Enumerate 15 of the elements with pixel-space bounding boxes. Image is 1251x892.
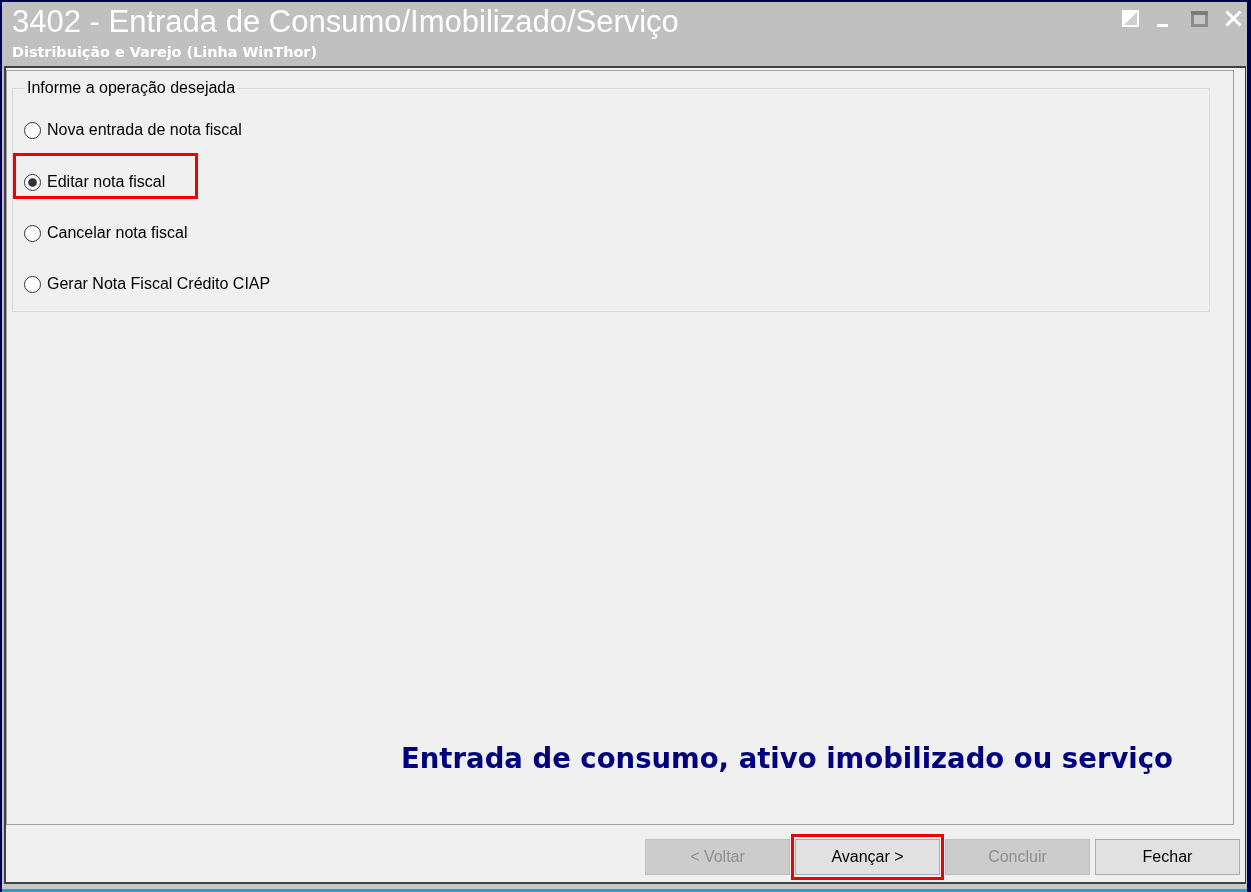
next-button[interactable]: Avançar > (795, 839, 940, 875)
maximize-icon[interactable] (1191, 11, 1208, 27)
radio-button[interactable] (24, 224, 41, 242)
close-button[interactable]: Fechar (1095, 839, 1240, 875)
radio-button[interactable] (24, 173, 41, 191)
group-label: Informe a operação desejada (25, 79, 238, 97)
option-label: Cancelar nota fiscal (47, 223, 188, 243)
option-label: Gerar Nota Fiscal Crédito CIAP (47, 274, 271, 294)
option-label: Nova entrada de nota fiscal (47, 120, 242, 140)
window-title: 3402 - Entrada de Consumo/Imobilizado/Serviço (12, 4, 679, 40)
option-label: Editar nota fiscal (47, 172, 166, 192)
window-subtitle: Distribuição e Varejo (Linha WinThor) (12, 44, 319, 61)
radio-button[interactable] (24, 121, 41, 139)
banner-heading: Entrada de consumo, ativo imobilizado ou serviço (401, 742, 1173, 774)
radio-button[interactable] (24, 275, 41, 293)
